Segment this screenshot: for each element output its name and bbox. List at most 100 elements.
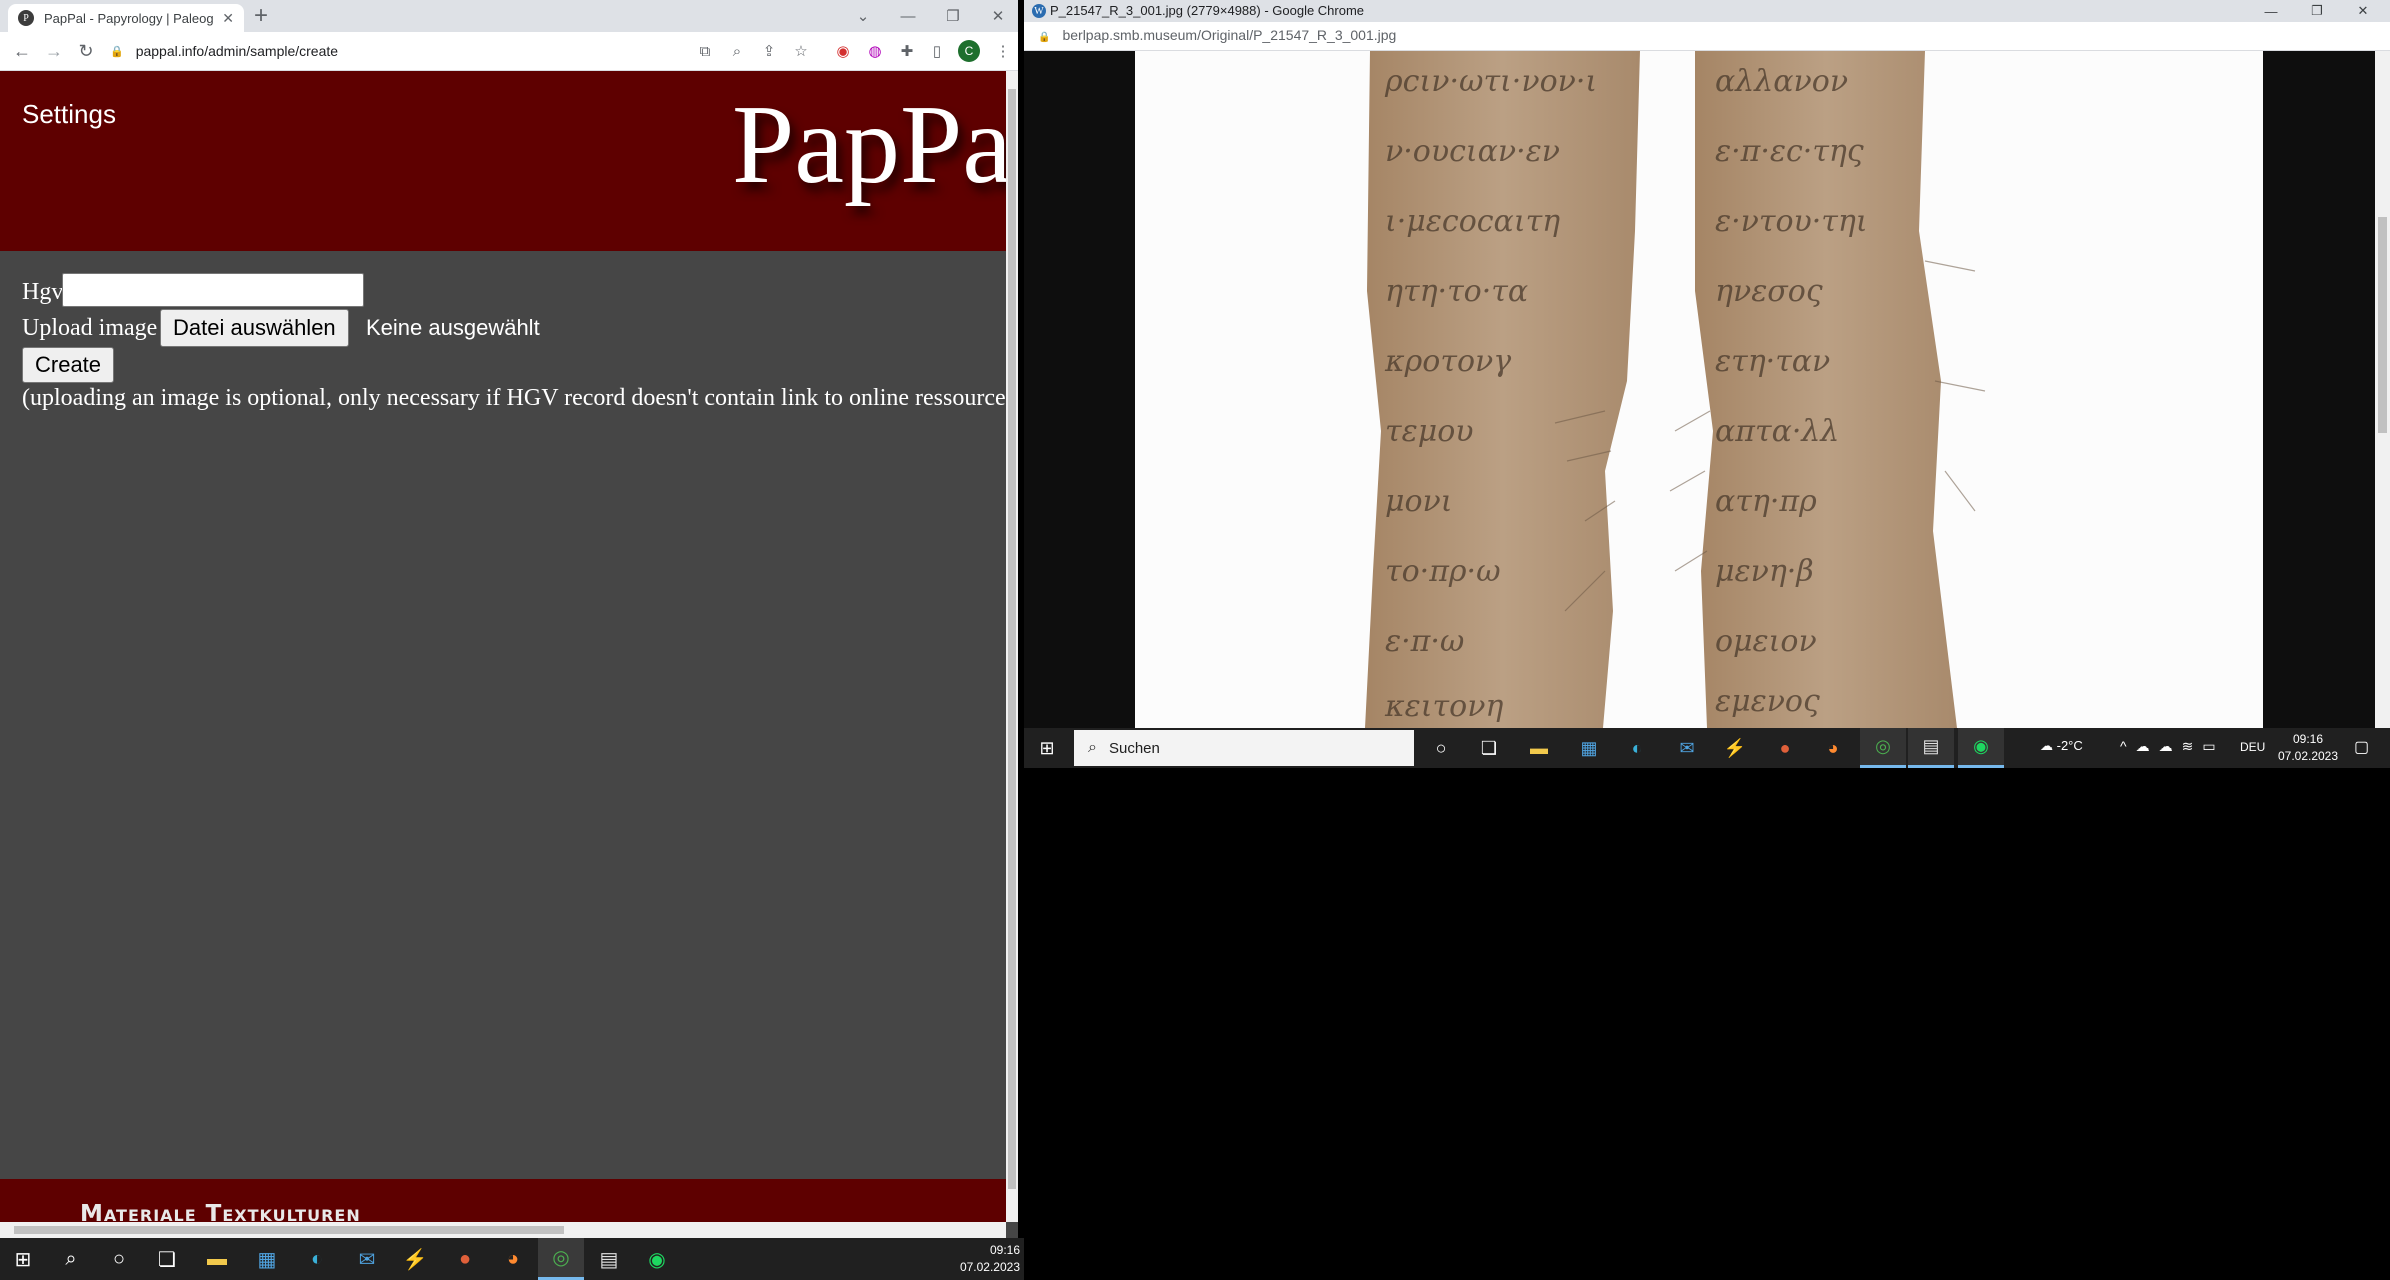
edge-icon[interactable]: ◐ [1614, 728, 1660, 768]
notes-icon[interactable]: ▤ [586, 1238, 632, 1280]
papyrus-glyphs: κροτονγ [1384, 344, 1511, 379]
start-icon[interactable]: ⊞ [1024, 728, 1070, 768]
horizontal-scrollbar[interactable] [0, 1222, 1006, 1238]
papyrus-glyphs: αλλανον [1715, 64, 1848, 99]
file-explorer-icon[interactable]: ▬ [1516, 728, 1562, 768]
spotify-icon[interactable]: ◉ [1958, 728, 2004, 768]
file-explorer-icon[interactable]: ▬ [194, 1238, 240, 1280]
papyrus-glyphs: μονι [1385, 484, 1453, 519]
vertical-scrollbar[interactable] [1006, 71, 1018, 1222]
edge-icon[interactable]: ◐ [294, 1238, 340, 1280]
vertical-scroll-thumb[interactable] [2378, 217, 2387, 433]
taskbar-clock[interactable]: 09:16 07.02.2023 [946, 1242, 1020, 1276]
battery-icon: ▭ [2202, 738, 2225, 754]
tab-strip: P PapPal - Papyrology | Paleograph ✕ + ⌄… [0, 0, 1018, 32]
store-icon[interactable]: ▦ [244, 1238, 290, 1280]
taskbar-search[interactable]: ⌕ Suchen [1074, 730, 1414, 766]
task-view-icon[interactable]: ❏ [1466, 728, 1512, 768]
papyrus-glyphs: μενη·β [1715, 554, 1814, 589]
notification-icon[interactable]: ▢ [2354, 737, 2369, 757]
wifi-icon: ≋ [2181, 738, 2203, 754]
back-icon[interactable]: ← [10, 39, 34, 63]
search-icon[interactable]: ⌕ [48, 1238, 94, 1280]
restore-button[interactable]: ❐ [930, 0, 976, 32]
choose-file-button[interactable]: Datei auswählen [160, 309, 349, 347]
share-icon[interactable]: ⇪ [758, 40, 780, 62]
pappal-logo[interactable]: PapPal [732, 81, 1018, 210]
store-icon[interactable]: ▦ [1566, 728, 1612, 768]
translate-icon[interactable]: ⧉ [694, 40, 716, 62]
mail-icon[interactable]: ✉ [1664, 728, 1710, 768]
taskbar-time: 09:16 [2292, 732, 2324, 746]
close-window-button[interactable]: ✕ [2340, 0, 2386, 22]
acrobat-icon[interactable]: ⚡ [392, 1238, 438, 1280]
search-placeholder: Suchen [1108, 739, 1160, 757]
footer-title: Materiale Textkulturen [80, 1201, 361, 1222]
image-viewer: ρcιν·ωτι·νον·ι ν·ουcιαν·εν ι·μεcοcαιτη η… [1024, 51, 2375, 728]
menu-icon[interactable]: ⋮ [992, 40, 1014, 62]
cloud-sync-icon: ☁ [2135, 738, 2159, 754]
papyrus-glyphs: εμενος [1715, 684, 1820, 719]
extension-purple-icon[interactable]: ◍ [864, 40, 886, 62]
chrome-icon[interactable]: ◎ [1860, 728, 1906, 768]
papyrus-glyphs: ε·π·ω [1385, 624, 1464, 659]
papyrus-glyphs: κειτονη [1384, 689, 1503, 724]
taskbar-clock[interactable]: 09:16 07.02.2023 [2272, 731, 2344, 765]
onedrive-icon: ☁ [2158, 738, 2182, 754]
weather-widget[interactable]: ☁ -2°C [2040, 738, 2083, 754]
firefox-icon[interactable]: ◕ [1810, 728, 1856, 768]
window-title-bar: W P_21547_R_3_001.jpg (2779×4988) - Goog… [1024, 0, 2390, 22]
extension-red-icon[interactable]: ◉ [832, 40, 854, 62]
right-taskbar: ⊞ ⌕ Suchen ○ ❏ ▬ ▦ ◐ ✉ ⚡ ● ◕ ◎ ▤ ◉ ☁ -2°… [1024, 728, 2390, 768]
papyrus-glyphs: τεμου [1385, 414, 1474, 449]
papyrus-image[interactable]: ρcιν·ωτι·νον·ι ν·ουcιαν·εν ι·μεcοcαιτη η… [1135, 51, 2263, 728]
profile-avatar[interactable]: C [958, 40, 980, 62]
mail-icon[interactable]: ✉ [344, 1238, 390, 1280]
chrome-icon[interactable]: ◎ [538, 1238, 584, 1280]
firefox-icon[interactable]: ◕ [490, 1238, 536, 1280]
tab-search-icon[interactable]: ⌄ [840, 0, 886, 32]
file-status: Keine ausgewählt [366, 315, 540, 340]
vertical-scrollbar[interactable] [2375, 51, 2390, 728]
powerpoint-icon[interactable]: ● [1762, 728, 1808, 768]
minimize-button[interactable]: — [2248, 0, 2294, 22]
sidepanel-icon[interactable]: ▯ [926, 40, 948, 62]
pappal-favicon-icon: P [18, 10, 34, 26]
powerpoint-icon[interactable]: ● [442, 1238, 488, 1280]
create-button[interactable]: Create [22, 347, 115, 383]
browser-toolbar: ← → ↻ 🔒 pappal.info/admin/sample/create … [0, 32, 1018, 71]
popup-address-bar[interactable]: 🔒 berlpap.smb.museum/Original/P_21547_R_3… [1024, 22, 2390, 51]
close-tab-icon[interactable]: ✕ [222, 10, 234, 27]
browser-tab[interactable]: P PapPal - Papyrology | Paleograph ✕ [8, 4, 244, 32]
forward-icon[interactable]: → [42, 39, 66, 63]
restore-button[interactable]: ❐ [2294, 0, 2340, 22]
new-tab-button[interactable]: + [254, 4, 268, 28]
wordpress-favicon-icon: W [1032, 4, 1046, 18]
reload-icon[interactable]: ↻ [74, 39, 98, 63]
address-bar[interactable]: 🔒 pappal.info/admin/sample/create [110, 38, 690, 64]
horizontal-scroll-thumb[interactable] [14, 1226, 564, 1234]
spotify-icon[interactable]: ◉ [634, 1238, 680, 1280]
vertical-scroll-thumb[interactable] [1008, 89, 1016, 1189]
papyrus-glyphs: ε·ντου·τηι [1715, 204, 1868, 239]
language-indicator[interactable]: DEU [2240, 740, 2265, 754]
zoom-icon[interactable]: ⌕ [726, 40, 748, 62]
settings-link[interactable]: Settings [22, 99, 116, 130]
star-icon[interactable]: ☆ [790, 40, 812, 62]
start-icon[interactable]: ⊞ [0, 1238, 46, 1280]
system-tray[interactable]: ^☁☁≋▭ [2120, 738, 2225, 755]
minimize-button[interactable]: — [885, 0, 931, 32]
notes-icon[interactable]: ▤ [1908, 728, 1954, 768]
puzzle-icon[interactable]: ✚ [896, 40, 918, 62]
papyrus-glyphs: ομειον [1715, 624, 1817, 659]
task-view-icon[interactable]: ❏ [144, 1238, 190, 1280]
acrobat-icon[interactable]: ⚡ [1712, 728, 1758, 768]
lock-icon: 🔒 [110, 45, 124, 58]
close-window-button[interactable]: ✕ [975, 0, 1018, 32]
papyrus-glyphs: ν·ουcιαν·εν [1385, 134, 1560, 169]
cortana-icon[interactable]: ○ [96, 1238, 142, 1280]
hgv-input[interactable] [62, 273, 364, 307]
papyrus-glyphs: ι·μεcοcαιτη [1385, 204, 1560, 239]
chevron-up-icon: ^ [2120, 738, 2136, 754]
cortana-icon[interactable]: ○ [1418, 728, 1464, 768]
